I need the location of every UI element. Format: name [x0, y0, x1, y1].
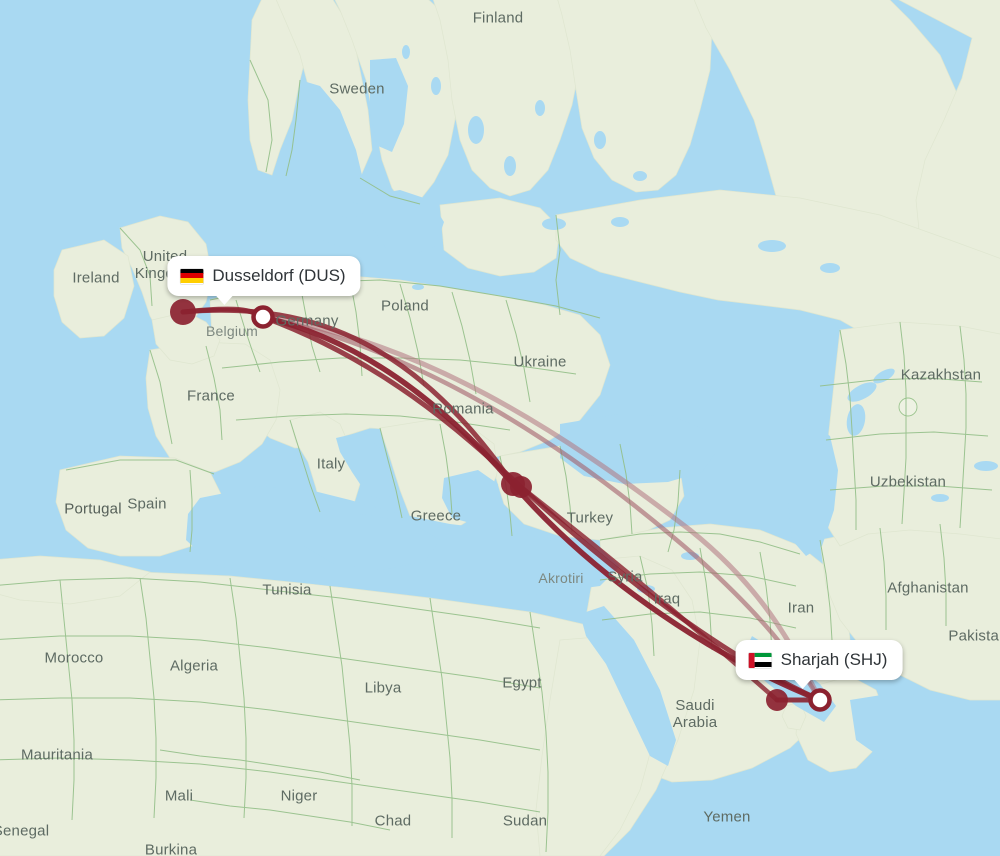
city-pill-sharjah[interactable]: Sharjah (SHJ) [735, 640, 903, 689]
destination-marker-shj[interactable] [808, 688, 832, 712]
pill-tail-icon [215, 295, 234, 305]
flight-route-map[interactable]: Finland Sweden United Kingdom Ireland Poland… [0, 0, 1000, 856]
city-pill-dusseldorf[interactable]: Dusseldorf (DUS) [167, 256, 361, 305]
origin-marker-dus[interactable] [251, 305, 275, 329]
flag-uae-icon [748, 652, 772, 668]
city-pill-label-dusseldorf: Dusseldorf (DUS) [212, 266, 346, 285]
waypoint-istanbul-b[interactable] [510, 476, 532, 498]
waypoint-riyadh[interactable] [766, 689, 788, 711]
map-canvas [0, 0, 1000, 856]
pill-tail-icon [793, 679, 812, 689]
flag-germany-icon [180, 268, 204, 284]
waypoint-london[interactable] [170, 299, 196, 325]
city-pill-label-sharjah: Sharjah (SHJ) [780, 650, 888, 669]
